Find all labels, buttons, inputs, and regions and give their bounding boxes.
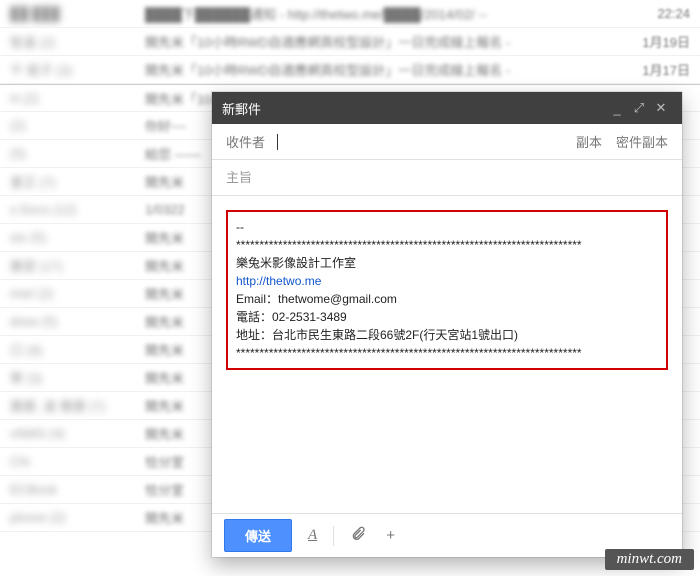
signature-url[interactable]: http://thetwo.me bbox=[236, 274, 321, 288]
row-date: 22:24 bbox=[630, 6, 690, 21]
row-date: 1月17日 bbox=[630, 60, 690, 79]
expand-icon[interactable]: ⤢ bbox=[628, 100, 650, 116]
row-sender: sts (5) bbox=[0, 230, 145, 245]
inbox-row[interactable]: 智逢 (2)開先米「10小時RWD自適應網頁校型設計」一日完成線上報名 -1月1… bbox=[0, 28, 700, 56]
row-sender: 團曆, 逢 團曆 (7) bbox=[0, 396, 145, 415]
row-sender: s Docs (12) bbox=[0, 202, 145, 217]
compose-body[interactable]: -- *************************************… bbox=[212, 196, 682, 513]
toolbar-separator bbox=[333, 526, 334, 546]
signature-address: 地址：台北市民生東路二段66號2F(行天宮站1號出口) bbox=[236, 326, 658, 344]
text-cursor bbox=[277, 134, 278, 150]
close-icon[interactable]: ✕ bbox=[650, 100, 672, 116]
row-sender: (5) bbox=[0, 146, 145, 161]
signature-stars2: ****************************************… bbox=[236, 344, 658, 362]
inbox-row[interactable]: 千 姬子 (3)開先米「10小時RWD自適應網頁校型設計」一日完成線上報名 -1… bbox=[0, 56, 700, 84]
row-subject: 開先米「10小時RWD自適應網頁校型設計」一日完成線上報名 - bbox=[145, 32, 630, 51]
signature-phone: 電話：02-2531-3489 bbox=[236, 308, 658, 326]
compose-title: 新郵件 bbox=[222, 99, 606, 118]
row-sender: 智逢 (2) bbox=[0, 32, 145, 51]
compose-header[interactable]: 新郵件 _ ⤢ ✕ bbox=[212, 92, 682, 124]
signature-block: -- *************************************… bbox=[226, 210, 668, 370]
send-button[interactable]: 傳送 bbox=[224, 519, 292, 552]
row-subject: 開先米「10小時RWD自適應網頁校型設計」一日完成線上報名 - bbox=[145, 60, 630, 79]
row-sender: miel (2) bbox=[0, 286, 145, 301]
insert-icon[interactable]: + bbox=[382, 523, 399, 548]
row-sender: (2) bbox=[0, 118, 145, 133]
row-sender: 堇芷 (7) bbox=[0, 172, 145, 191]
minimize-icon[interactable]: _ bbox=[606, 101, 628, 116]
signature-stars: ****************************************… bbox=[236, 236, 658, 254]
row-sender: 團習 (17) bbox=[0, 256, 145, 275]
signature-name: 樂兔米影像設計工作室 bbox=[236, 254, 658, 272]
signature-sep: -- bbox=[236, 218, 658, 236]
inbox-row[interactable]: ██ ███████下██████通知 - http://thetwo.me/█… bbox=[0, 0, 700, 28]
row-subject: ████下██████通知 - http://thetwo.me/████/20… bbox=[145, 4, 630, 23]
row-sender: Chi bbox=[0, 454, 145, 469]
attach-icon[interactable] bbox=[346, 522, 370, 550]
row-sender: 口 (9) bbox=[0, 340, 145, 359]
row-sender: vNMS (4) bbox=[0, 426, 145, 441]
recipients-label: 收件者 bbox=[226, 132, 265, 151]
watermark: minwt.com bbox=[605, 549, 694, 570]
cc-link[interactable]: 副本 bbox=[576, 132, 602, 151]
row-sender: ECBsok bbox=[0, 482, 145, 497]
bcc-link[interactable]: 密件副本 bbox=[616, 132, 668, 151]
row-date: 1月19日 bbox=[630, 32, 690, 51]
format-icon[interactable]: A bbox=[304, 523, 321, 548]
recipients-field[interactable]: 收件者 副本 密件副本 bbox=[212, 124, 682, 160]
row-sender: phone (2) bbox=[0, 510, 145, 525]
signature-email: Email：thetwome@gmail.com bbox=[236, 290, 658, 308]
row-sender: 千 姬子 (3) bbox=[0, 60, 145, 79]
compose-window: 新郵件 _ ⤢ ✕ 收件者 副本 密件副本 -- ***************… bbox=[212, 92, 682, 557]
subject-field[interactable] bbox=[212, 160, 682, 196]
row-sender: ██ ███ bbox=[0, 6, 145, 21]
row-sender: H (2) bbox=[0, 91, 145, 106]
row-sender: drew (5) bbox=[0, 314, 145, 329]
subject-input[interactable] bbox=[226, 170, 668, 185]
row-sender: 寒 (3) bbox=[0, 368, 145, 387]
